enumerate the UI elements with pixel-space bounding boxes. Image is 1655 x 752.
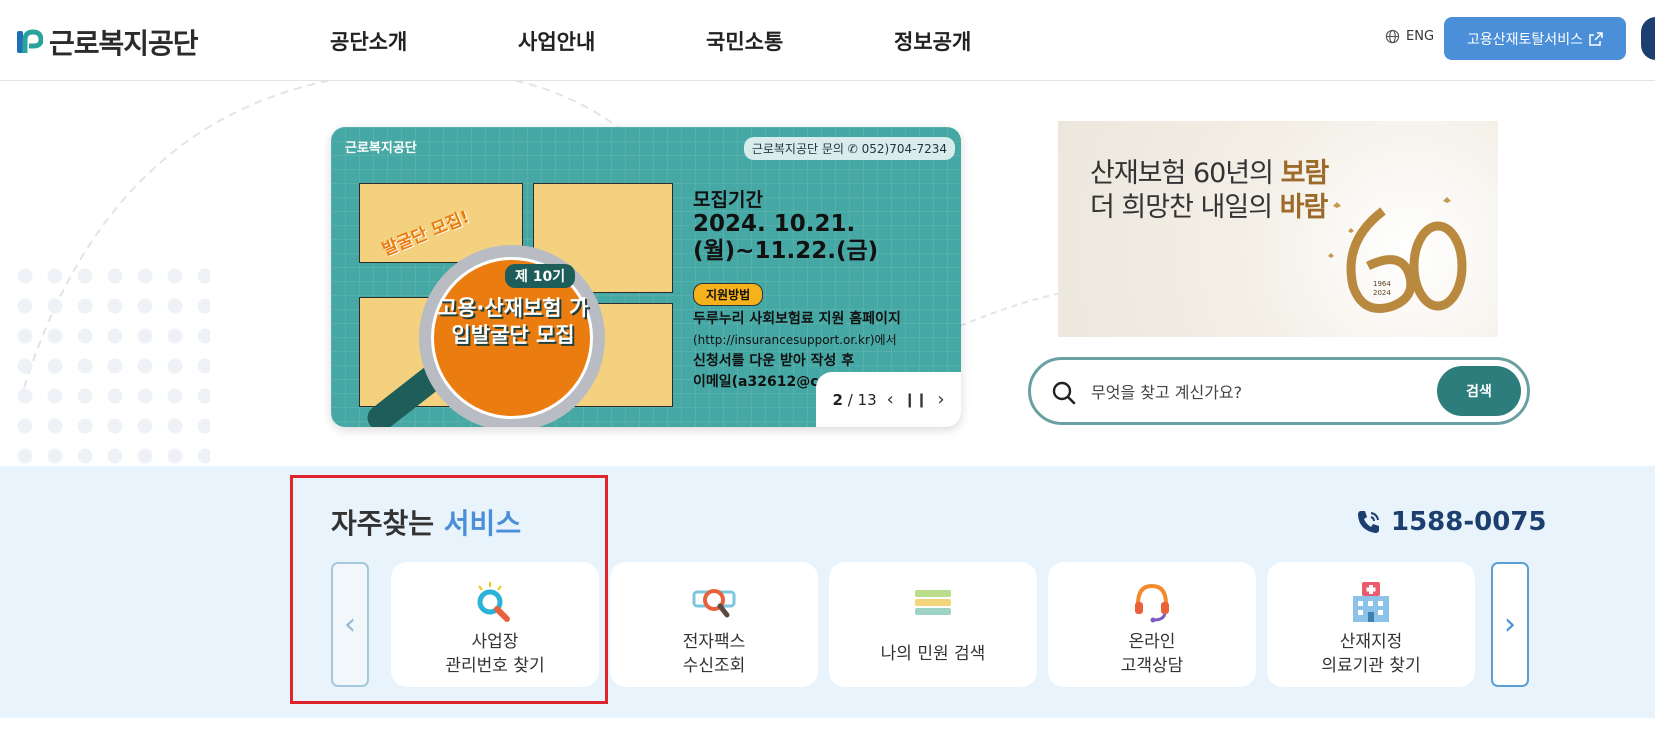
banner-method-label: 지원방법 (693, 283, 764, 306)
service-card-list: 사업장 관리번호 찾기 전자팩스 수신조회 나의 민원 검색 온라인 고객상담 … (391, 562, 1475, 687)
services-title: 자주찾는 서비스 (331, 502, 521, 542)
pager-counter: 2 / 13 (832, 391, 876, 409)
portal-button-label: 고용산재토탈서비스 (1467, 31, 1583, 48)
services-prev-button[interactable]: ‹ (331, 562, 369, 687)
books-icon (910, 580, 956, 624)
banner-logo: 근로복지공단 (345, 141, 417, 156)
page-bottom-area (0, 718, 1655, 752)
sixty-emblem-graphic: 1964 2024 (1328, 197, 1467, 313)
fax-search-icon (691, 580, 737, 624)
service-card-label: 사업장 관리번호 찾기 (445, 632, 545, 676)
site-logo[interactable]: 근로복지공단 (15, 22, 199, 62)
headset-icon (1129, 580, 1175, 624)
service-card-label: 나의 민원 검색 (880, 644, 986, 664)
phone-icon (1358, 511, 1379, 533)
services-title-prefix: 자주찾는 (331, 507, 444, 540)
header-menu-button[interactable] (1641, 17, 1655, 60)
service-card-label: 온라인 고객상담 (1120, 632, 1184, 676)
banner-desc-line: (http://insurancesupport.or.kr)에서 (693, 333, 897, 347)
nav-item-communication[interactable]: 국민소통 (706, 26, 894, 56)
pager-pause-button[interactable]: ❙❙ (904, 393, 927, 407)
service-card-workplace-number[interactable]: 사업장 관리번호 찾기 (391, 562, 599, 687)
pager-total: 13 (857, 390, 877, 409)
banner-contact: 근로복지공단 문의 ✆ 052)704-7234 (743, 137, 955, 160)
nav-item-disclosure[interactable]: 정보공개 (894, 26, 1082, 56)
service-card-label: 산재지정 의료기관 찾기 (1321, 632, 1421, 676)
nav-item-business[interactable]: 사업안내 (518, 26, 706, 56)
search-icon (1052, 381, 1076, 405)
emblem-year-end: 2024 (1373, 289, 1391, 297)
globe-icon (1385, 29, 1400, 44)
logo-text: 근로복지공단 (49, 27, 199, 60)
search-input[interactable] (1091, 378, 1451, 406)
magnifier-icon (472, 580, 518, 624)
nav-item-about[interactable]: 공단소개 (330, 26, 518, 56)
language-label: ENG (1406, 29, 1435, 44)
banner-desc-line: 신청서를 다운 받아 작성 후 (693, 353, 855, 369)
external-link-icon (1589, 31, 1603, 46)
service-card-my-petition[interactable]: 나의 민원 검색 (829, 562, 1037, 687)
anniversary-text: 더 희망찬 내일의 (1090, 192, 1280, 223)
banner-main-title: 고용·산재보험 가입발굴단 모집 (437, 296, 589, 347)
pager-next-button[interactable]: › (937, 390, 944, 409)
logo-mark-icon (17, 29, 43, 53)
hospital-icon (1348, 580, 1394, 624)
banner-desc-line: 두루누리 사회보험료 지원 홈페이지 (693, 311, 901, 327)
banner-period-label: 모집기간 (693, 189, 763, 211)
pager-prev-button[interactable]: ‹ (887, 390, 894, 409)
service-card-online-counsel[interactable]: 온라인 고객상담 (1048, 562, 1256, 687)
banner-edition: 제 10기 (505, 264, 576, 288)
pager-separator: / (847, 390, 853, 409)
total-service-portal-button[interactable]: 고용산재토탈서비스 (1444, 17, 1626, 60)
anniversary-emphasis: 바람 (1279, 192, 1329, 223)
chevron-right-icon: › (1504, 607, 1516, 642)
site-search: 검색 (1028, 357, 1530, 425)
main-nav: 공단소개 사업안내 국민소통 정보공개 (330, 26, 1082, 56)
service-card-label: 전자팩스 수신조회 (682, 632, 746, 676)
site-header: 근로복지공단 공단소개 사업안내 국민소통 정보공개 ENG 고용산재토탈서비스 (0, 0, 1655, 81)
anniversary-line-2: 더 희망찬 내일의 바람 (1090, 185, 1329, 224)
service-card-medical-institution[interactable]: 산재지정 의료기관 찾기 (1267, 562, 1475, 687)
anniversary-banner[interactable]: 산재보험 60년의 보람 더 희망찬 내일의 바람 1964 2024 (1058, 121, 1498, 337)
chevron-left-icon: ‹ (344, 607, 356, 642)
call-center[interactable]: 1588-0075 (1355, 507, 1547, 537)
services-title-highlight: 서비스 (443, 507, 522, 540)
language-switch[interactable]: ENG (1385, 29, 1434, 44)
emblem-year-start: 1964 (1373, 280, 1391, 288)
decorative-dot-grid (10, 261, 210, 466)
banner-pager: 2 / 13 ‹ ❙❙ › (816, 372, 961, 427)
service-card-e-fax[interactable]: 전자팩스 수신조회 (610, 562, 818, 687)
pager-current: 2 (832, 390, 843, 409)
services-next-button[interactable]: › (1491, 562, 1529, 687)
search-button[interactable]: 검색 (1437, 366, 1521, 416)
call-center-number: 1588-0075 (1391, 507, 1547, 537)
banner-period: 2024. 10.21.(월)~11.22.(금) (693, 211, 879, 264)
main-banner-carousel[interactable]: 근로복지공단 근로복지공단 문의 ✆ 052)704-7234 발굴단 모집! … (331, 127, 961, 427)
